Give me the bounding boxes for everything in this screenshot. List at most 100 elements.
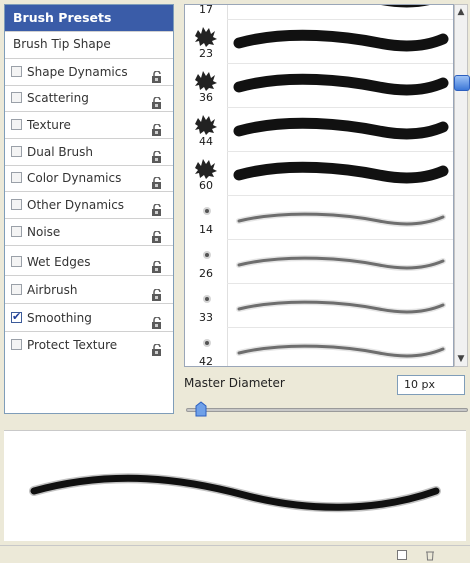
brush-tip-thumbnail-icon xyxy=(203,339,211,347)
brush-size-label: 44 xyxy=(199,135,213,148)
option-label: Dual Brush xyxy=(27,145,93,159)
lock-icon[interactable] xyxy=(151,119,163,136)
option-label: Color Dynamics xyxy=(27,171,122,185)
brush-presets-header[interactable]: Brush Presets xyxy=(5,5,173,31)
brush-tip-thumbnail-icon xyxy=(195,27,217,47)
brush-preset-item[interactable]: 17 xyxy=(185,4,453,19)
brush-size-label: 23 xyxy=(199,47,213,60)
option-row-airbrush[interactable]: Airbrush xyxy=(5,277,173,303)
option-row-smoothing[interactable]: Smoothing xyxy=(5,304,173,331)
option-label: Scattering xyxy=(27,91,89,105)
divider xyxy=(5,275,173,276)
option-row-noise[interactable]: Noise xyxy=(5,219,173,245)
brush-stroke-sample xyxy=(236,343,446,359)
option-label: Shape Dynamics xyxy=(27,65,128,79)
checkbox-icon[interactable] xyxy=(11,66,22,77)
checkbox-icon[interactable] xyxy=(11,256,22,267)
checkbox-icon[interactable] xyxy=(11,199,22,210)
lock-icon[interactable] xyxy=(151,199,163,216)
checkbox-icon[interactable] xyxy=(11,304,22,330)
brush-stroke-sample xyxy=(233,29,449,52)
brush-stroke-sample xyxy=(381,5,430,8)
brush-tip-thumbnail-icon xyxy=(203,295,211,303)
brush-stroke-sample xyxy=(236,211,446,227)
option-label: Noise xyxy=(27,225,61,239)
option-label: Protect Texture xyxy=(27,338,118,352)
brush-stroke-sample xyxy=(236,299,446,315)
brush-preset-item[interactable]: 14 xyxy=(185,195,453,239)
scroll-up-arrow-icon[interactable]: ▲ xyxy=(455,5,467,19)
option-row-protect-texture[interactable]: Protect Texture xyxy=(5,332,173,358)
new-preset-icon[interactable] xyxy=(396,549,408,561)
master-diameter-input[interactable]: 10 px xyxy=(397,375,465,395)
brush-preset-item[interactable]: 44 xyxy=(185,107,453,151)
brush-tip-shape-label: Brush Tip Shape xyxy=(13,37,111,51)
brush-stroke-sample xyxy=(236,255,446,271)
master-diameter-slider-knob[interactable] xyxy=(194,401,208,418)
brush-preset-item[interactable]: 26 xyxy=(185,239,453,283)
option-row-texture[interactable]: Texture xyxy=(5,112,173,138)
scroll-thumb[interactable] xyxy=(454,75,470,91)
brush-tip-thumbnail-icon xyxy=(195,115,217,135)
master-diameter-label: Master Diameter xyxy=(184,376,285,390)
brush-preset-list[interactable]: 17 23 36 44 60 14 26 33 42 xyxy=(184,4,454,367)
checkbox-icon[interactable] xyxy=(11,226,22,237)
divider xyxy=(5,245,173,246)
lock-icon[interactable] xyxy=(151,146,163,163)
master-diameter-slider-track[interactable] xyxy=(186,408,468,412)
scroll-down-arrow-icon[interactable]: ▼ xyxy=(455,352,467,366)
option-row-wet-edges[interactable]: Wet Edges xyxy=(5,249,173,275)
checkbox-icon[interactable] xyxy=(11,284,22,295)
brush-size-label: 60 xyxy=(199,179,213,192)
divider xyxy=(5,303,173,304)
option-row-other-dynamics[interactable]: Other Dynamics xyxy=(5,192,173,218)
delete-icon[interactable] xyxy=(424,549,436,561)
brush-stroke-sample xyxy=(233,161,449,184)
brush-tip-thumbnail-icon xyxy=(203,251,211,259)
option-label: Other Dynamics xyxy=(27,198,125,212)
brush-preset-item[interactable]: 36 xyxy=(185,63,453,107)
brush-size-label: 36 xyxy=(199,91,213,104)
lock-icon[interactable] xyxy=(151,339,163,356)
lock-icon[interactable] xyxy=(151,92,163,109)
lock-icon[interactable] xyxy=(151,284,163,301)
brush-preset-item[interactable]: 33 xyxy=(185,283,453,327)
preset-list-scrollbar[interactable]: ▲ ▼ xyxy=(454,4,470,367)
option-row-color-dynamics[interactable]: Color Dynamics xyxy=(5,165,173,191)
preview-stroke xyxy=(29,473,441,513)
brush-tip-thumbnail-icon xyxy=(195,71,217,91)
lock-icon[interactable] xyxy=(151,226,163,243)
brush-preset-item[interactable]: 23 xyxy=(185,19,453,63)
brush-tip-shape-item[interactable]: Brush Tip Shape xyxy=(5,31,173,57)
brush-stroke-sample xyxy=(233,73,449,96)
brush-size-label: 33 xyxy=(199,311,213,324)
lock-icon[interactable] xyxy=(151,312,163,329)
brush-preset-item[interactable]: 42 xyxy=(185,327,453,367)
lock-icon[interactable] xyxy=(151,172,163,189)
option-row-shape-dynamics[interactable]: Shape Dynamics xyxy=(5,59,173,85)
option-label: Airbrush xyxy=(27,283,78,297)
option-row-scattering[interactable]: Scattering xyxy=(5,85,173,111)
brush-preset-item[interactable]: 60 xyxy=(185,151,453,195)
brush-settings-list: Brush Presets Brush Tip Shape Shape Dyna… xyxy=(4,4,174,414)
brush-size-label: 17 xyxy=(199,4,213,16)
brush-size-label: 42 xyxy=(199,355,213,367)
option-label: Wet Edges xyxy=(27,255,91,269)
option-label: Smoothing xyxy=(27,311,92,325)
brush-stroke-sample xyxy=(233,117,449,140)
brush-size-label: 14 xyxy=(199,223,213,236)
lock-icon[interactable] xyxy=(151,256,163,273)
brush-tip-thumbnail-icon xyxy=(203,207,211,215)
brush-stroke-preview xyxy=(4,430,466,541)
panel-footer xyxy=(0,545,470,563)
checkbox-icon[interactable] xyxy=(11,92,22,103)
option-label: Texture xyxy=(27,118,71,132)
checkbox-icon[interactable] xyxy=(11,146,22,157)
checkbox-icon[interactable] xyxy=(11,172,22,183)
option-row-dual-brush[interactable]: Dual Brush xyxy=(5,139,173,165)
brush-size-label: 26 xyxy=(199,267,213,280)
brush-tip-thumbnail-icon xyxy=(195,159,217,179)
checkbox-icon[interactable] xyxy=(11,339,22,350)
lock-icon[interactable] xyxy=(151,66,163,83)
checkbox-icon[interactable] xyxy=(11,119,22,130)
